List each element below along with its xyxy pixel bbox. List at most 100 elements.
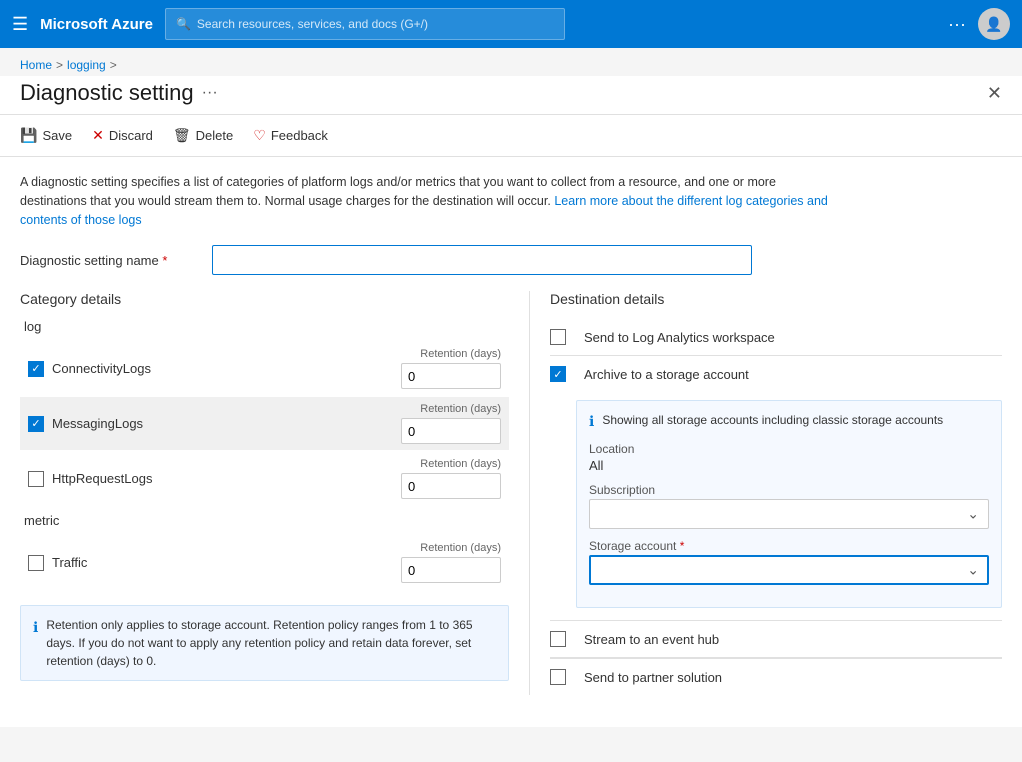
httprequest-retention-label: Retention (days) (420, 458, 501, 470)
page-header: Diagnostic setting ··· ✕ (0, 76, 1022, 114)
httprequest-retention-input[interactable] (401, 473, 501, 499)
breadcrumb-sep2: > (110, 58, 117, 72)
feedback-icon: ♡ (253, 127, 266, 144)
destination-details-panel: Destination details Send to Log Analytic… (530, 291, 1002, 695)
event-hub-item: Stream to an event hub (550, 621, 1002, 658)
partner-checkbox[interactable] (550, 669, 566, 685)
connectivity-label: ConnectivityLogs (52, 361, 401, 376)
archive-storage-item: ✓ Archive to a storage account ℹ Showing… (550, 356, 1002, 620)
storage-required: * (680, 539, 685, 553)
save-button[interactable]: 💾 Save (20, 123, 72, 148)
delete-label: Delete (196, 128, 234, 143)
log-analytics-item: Send to Log Analytics workspace (550, 319, 1002, 356)
retention-info-text: Retention only applies to storage accoun… (46, 616, 496, 670)
close-button[interactable]: ✕ (987, 84, 1002, 102)
messaging-retention-input[interactable] (401, 418, 501, 444)
subscription-field: Subscription (589, 483, 989, 529)
discard-icon: ✕ (92, 127, 104, 144)
breadcrumb-sep1: > (56, 58, 63, 72)
storage-label: Storage account * (589, 539, 989, 553)
search-icon: 🔍 (176, 17, 191, 31)
metric-group: metric Traffic Retention (days) (20, 513, 509, 589)
event-hub-label: Stream to an event hub (584, 632, 719, 647)
name-required: * (162, 253, 167, 268)
top-nav: ☰ Microsoft Azure 🔍 Search resources, se… (0, 0, 1022, 48)
event-hub-checkbox[interactable] (550, 631, 566, 647)
subscription-select-wrapper (589, 499, 989, 529)
list-item: HttpRequestLogs Retention (days) (20, 452, 509, 505)
partner-item: Send to partner solution (550, 659, 1002, 695)
nav-title: Microsoft Azure (40, 16, 153, 33)
log-analytics-checkbox[interactable] (550, 329, 566, 345)
messaging-retention-label: Retention (days) (420, 403, 501, 415)
subscription-label: Subscription (589, 483, 989, 497)
storage-account-select-wrapper (589, 555, 989, 585)
page-dots-button[interactable]: ··· (202, 84, 218, 102)
breadcrumb-home[interactable]: Home (20, 58, 52, 72)
name-row: Diagnostic setting name * (20, 245, 1002, 275)
archive-storage-checkbox[interactable]: ✓ (550, 366, 566, 382)
feedback-label: Feedback (271, 128, 328, 143)
category-details-title: Category details (20, 291, 509, 307)
traffic-label: Traffic (52, 555, 401, 570)
feedback-button[interactable]: ♡ Feedback (253, 123, 328, 148)
list-item: ✓ MessagingLogs Retention (days) (20, 397, 509, 450)
search-bar[interactable]: 🔍 Search resources, services, and docs (… (165, 8, 565, 40)
messaging-label: MessagingLogs (52, 416, 401, 431)
breadcrumb: Home > logging > (0, 48, 1022, 76)
delete-button[interactable]: 🗑 Delete (173, 123, 233, 148)
delete-icon: 🗑 (173, 127, 191, 144)
info-icon: ℹ (33, 617, 38, 670)
log-group-label: log (24, 319, 509, 334)
name-label: Diagnostic setting name * (20, 253, 200, 268)
save-label: Save (42, 128, 72, 143)
archive-info-text: Showing all storage accounts including c… (602, 413, 943, 427)
log-group: log ✓ ConnectivityLogs Retention (days) … (20, 319, 509, 505)
category-details-panel: Category details log ✓ ConnectivityLogs … (20, 291, 530, 695)
archive-storage-label: Archive to a storage account (584, 367, 749, 382)
connectivity-checkbox[interactable]: ✓ (28, 361, 44, 377)
avatar[interactable]: 👤 (978, 8, 1010, 40)
messaging-checkbox[interactable]: ✓ (28, 416, 44, 432)
hamburger-icon[interactable]: ☰ (12, 14, 28, 35)
connectivity-retention-label: Retention (days) (420, 348, 501, 360)
toolbar: 💾 Save ✕ Discard 🗑 Delete ♡ Feedback (0, 114, 1022, 157)
archive-info: ℹ Showing all storage accounts including… (589, 413, 989, 430)
traffic-retention: Retention (days) (401, 542, 501, 583)
nav-dots[interactable]: ··· (948, 14, 966, 35)
traffic-retention-label: Retention (days) (420, 542, 501, 554)
location-field: Location All (589, 442, 989, 473)
description: A diagnostic setting specifies a list of… (20, 173, 840, 229)
storage-account-select[interactable] (589, 555, 989, 585)
httprequest-retention: Retention (days) (401, 458, 501, 499)
list-item: Traffic Retention (days) (20, 536, 509, 589)
diagnostic-name-input[interactable] (212, 245, 752, 275)
traffic-checkbox[interactable] (28, 555, 44, 571)
archive-info-icon: ℹ (589, 413, 594, 430)
partner-label: Send to partner solution (584, 670, 722, 685)
storage-account-field: Storage account * (589, 539, 989, 585)
two-col-layout: Category details log ✓ ConnectivityLogs … (20, 291, 1002, 695)
breadcrumb-logging[interactable]: logging (67, 58, 106, 72)
httprequest-label: HttpRequestLogs (52, 471, 401, 486)
subscription-select[interactable] (589, 499, 989, 529)
nav-right: ··· 👤 (948, 8, 1010, 40)
archive-expanded-section: ℹ Showing all storage accounts including… (576, 400, 1002, 608)
list-item: ✓ ConnectivityLogs Retention (days) (20, 342, 509, 395)
main-content: A diagnostic setting specifies a list of… (0, 157, 1022, 727)
connectivity-retention: Retention (days) (401, 348, 501, 389)
log-analytics-label: Send to Log Analytics workspace (584, 330, 775, 345)
discard-label: Discard (109, 128, 153, 143)
discard-button[interactable]: ✕ Discard (92, 123, 153, 148)
destination-details-title: Destination details (550, 291, 1002, 307)
save-icon: 💾 (20, 127, 37, 144)
page-title: Diagnostic setting (20, 80, 194, 106)
traffic-retention-input[interactable] (401, 557, 501, 583)
location-label: Location (589, 442, 989, 456)
metric-group-label: metric (24, 513, 509, 528)
search-placeholder: Search resources, services, and docs (G+… (197, 17, 428, 31)
messaging-retention: Retention (days) (401, 403, 501, 444)
httprequest-checkbox[interactable] (28, 471, 44, 487)
connectivity-retention-input[interactable] (401, 363, 501, 389)
retention-info-box: ℹ Retention only applies to storage acco… (20, 605, 509, 681)
